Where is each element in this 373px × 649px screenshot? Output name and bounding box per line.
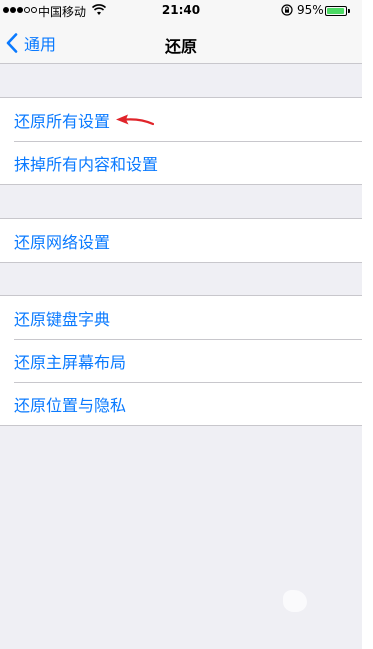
glare-spot <box>283 590 307 612</box>
row-label: 还原位置与隐私 <box>14 395 127 415</box>
row-label: 还原网络设置 <box>14 232 111 252</box>
reset-home-screen-layout-row[interactable]: 还原主屏幕布局 <box>0 339 362 382</box>
battery-tip <box>348 9 350 13</box>
reset-keyboard-dictionary-row[interactable]: 还原键盘字典 <box>0 296 362 339</box>
reset-group-1: 还原所有设置 抹掉所有内容和设置 <box>0 97 362 185</box>
row-label: 还原所有设置 <box>14 111 111 131</box>
row-label: 抹掉所有内容和设置 <box>14 154 159 174</box>
battery-level <box>327 8 345 14</box>
red-arrow-icon <box>116 114 154 126</box>
row-label: 还原键盘字典 <box>14 309 111 329</box>
navigation-bar: 通用 还原 <box>0 22 362 64</box>
reset-location-privacy-row[interactable]: 还原位置与隐私 <box>0 382 362 425</box>
reset-group-3: 还原键盘字典 还原主屏幕布局 还原位置与隐私 <box>0 295 362 426</box>
screenshot-edge <box>362 0 373 649</box>
reset-group-2: 还原网络设置 <box>0 218 362 263</box>
battery-icon <box>325 6 347 16</box>
row-label: 还原主屏幕布局 <box>14 352 127 372</box>
orientation-lock-icon <box>281 4 293 16</box>
reset-network-settings-row[interactable]: 还原网络设置 <box>0 219 362 262</box>
erase-all-content-row[interactable]: 抹掉所有内容和设置 <box>0 141 362 184</box>
battery-percentage: 95% <box>297 3 324 17</box>
reset-all-settings-row[interactable]: 还原所有设置 <box>0 98 362 141</box>
page-title: 还原 <box>164 37 197 56</box>
reset-settings-screen: 中国移动 21:40 95% 通用 还原 还原所有设置 抹掉所有内容和设置 还原… <box>0 0 362 649</box>
status-bar: 中国移动 21:40 95% <box>0 0 362 22</box>
